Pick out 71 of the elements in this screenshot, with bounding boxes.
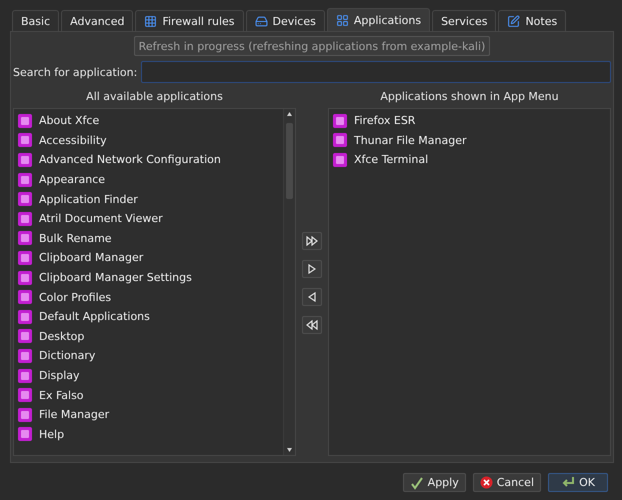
app-icon	[332, 112, 348, 129]
drive-icon	[254, 14, 268, 28]
app-icon	[17, 387, 33, 404]
app-icon	[332, 132, 348, 148]
app-icon	[17, 230, 33, 246]
double-left-icon	[306, 320, 318, 330]
list-item[interactable]: Desktop	[39, 330, 84, 343]
app-icon	[17, 132, 33, 148]
list-item[interactable]: Clipboard Manager Settings	[39, 271, 192, 284]
app-icon	[17, 172, 33, 188]
list-item[interactable]: Atril Document Viewer	[39, 212, 163, 226]
list-item[interactable]: Appearance	[39, 173, 106, 186]
list-item[interactable]: Color Profiles	[39, 290, 112, 304]
app-icon	[17, 112, 33, 129]
right-triangle-icon	[308, 264, 316, 274]
list-item[interactable]: Accessibility	[39, 134, 107, 147]
scrollbar-thumb[interactable]	[286, 123, 294, 199]
app-icon	[17, 210, 33, 227]
move-button[interactable]	[302, 232, 322, 250]
list-item[interactable]: Ex Falso	[39, 388, 84, 402]
list-item[interactable]: Bulk Rename	[39, 232, 112, 245]
app-icon	[17, 328, 33, 344]
list-item[interactable]: Help	[39, 428, 64, 441]
move-button[interactable]	[302, 260, 322, 278]
list-item[interactable]: Xfce Terminal	[354, 153, 428, 166]
list-item[interactable]: Display	[39, 369, 80, 382]
app-icon	[17, 270, 33, 286]
tab[interactable]: Advanced	[61, 10, 134, 31]
search-label: Search for application:	[13, 66, 138, 78]
app-icon	[17, 308, 33, 325]
list-item[interactable]: Clipboard Manager	[39, 251, 144, 264]
app-icon	[17, 289, 33, 306]
app-icon	[17, 406, 33, 423]
ok-button[interactable]: OK	[548, 473, 608, 492]
list-item[interactable]: Application Finder	[39, 192, 138, 206]
list-item[interactable]: File Manager	[39, 408, 110, 422]
list-item[interactable]: Dictionary	[39, 349, 96, 362]
app-icon	[17, 191, 33, 208]
apps-icon	[336, 14, 349, 26]
tab[interactable]: Firewall rules	[135, 10, 244, 31]
search-field[interactable]	[141, 61, 611, 83]
scrollbar[interactable]	[283, 109, 296, 455]
app-icon	[17, 250, 33, 266]
note-icon	[507, 14, 520, 28]
tab[interactable]: Devices	[246, 10, 325, 31]
list-item[interactable]: Default Applications	[39, 310, 150, 324]
double-right-icon	[306, 236, 318, 246]
tab[interactable]: Notes	[498, 10, 566, 31]
move-button[interactable]	[302, 288, 322, 306]
move-button[interactable]	[302, 316, 322, 334]
list-item[interactable]: Firefox ESR	[354, 114, 416, 128]
list-item[interactable]: Thunar File Manager	[354, 134, 466, 147]
grid-icon	[144, 14, 158, 28]
tab[interactable]: Services	[432, 10, 496, 31]
cancel-button[interactable]: Cancel	[472, 473, 541, 492]
app-icon	[332, 152, 348, 168]
app-icon	[17, 152, 33, 168]
app-icon	[17, 426, 33, 442]
left-triangle-icon	[308, 292, 316, 302]
tab[interactable]: Applications	[326, 8, 430, 31]
apply-button[interactable]: Apply	[402, 473, 466, 492]
app-icon	[17, 368, 33, 384]
list-title: Applications shown in App Menu	[379, 90, 560, 105]
return-arrow-icon	[561, 476, 576, 489]
tab[interactable]: Basic	[12, 10, 60, 31]
list-title: All available applications	[85, 90, 224, 105]
list-item[interactable]: Advanced Network Configuration	[39, 153, 221, 166]
cancel-icon	[480, 476, 493, 489]
list-item[interactable]: About Xfce	[39, 114, 100, 128]
checkmark-icon	[410, 476, 424, 490]
app-icon	[17, 348, 33, 364]
